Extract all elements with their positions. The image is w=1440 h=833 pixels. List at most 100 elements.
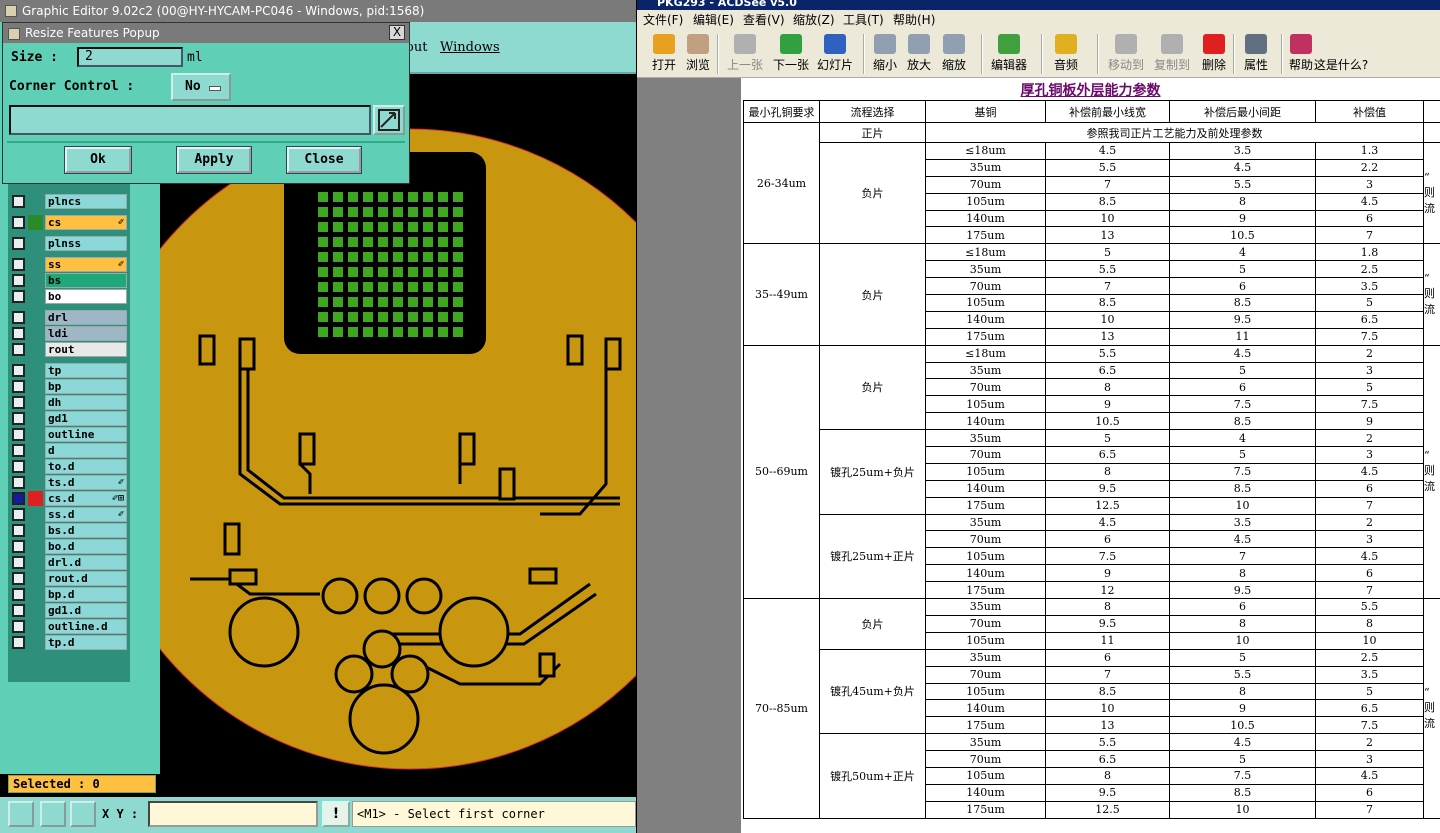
layer-checkbox[interactable] (12, 195, 25, 208)
toolbar-help-book-button[interactable]: 帮助 (1287, 32, 1315, 73)
layer-name[interactable]: ss.d ✐ (45, 507, 127, 522)
toolbar-audio-button[interactable]: 音频 (1051, 32, 1081, 73)
popup-titlebar[interactable]: Resize Features Popup X (3, 23, 409, 43)
layer-checkbox[interactable] (12, 412, 25, 425)
layer-row-drl[interactable]: drl (10, 310, 130, 325)
layer-checkbox[interactable] (12, 396, 25, 409)
size-input[interactable]: 2 (77, 47, 183, 67)
layer-checkbox[interactable] (12, 492, 25, 505)
layer-checkbox[interactable] (12, 237, 25, 250)
layer-checkbox[interactable] (12, 428, 25, 441)
layer-row-ldi[interactable]: ldi (10, 326, 130, 341)
layer-name[interactable]: gd1 (45, 411, 127, 426)
layer-name[interactable]: bp (45, 379, 127, 394)
toolbar-zoom-out-button[interactable]: 缩小 (871, 32, 899, 73)
layer-checkbox[interactable] (12, 476, 25, 489)
toolbar-whats-this-button[interactable]: 这是什么? (1313, 32, 1369, 73)
menu-view[interactable]: 查看(V) (743, 10, 785, 30)
layer-name[interactable]: bo (45, 289, 127, 304)
layer-checkbox[interactable] (12, 524, 25, 537)
layer-name[interactable]: plncs (45, 194, 127, 209)
layer-row-d[interactable]: d (10, 443, 130, 458)
layer-row-outline[interactable]: outline (10, 427, 130, 442)
layer-row-rout[interactable]: rout (10, 342, 130, 357)
layer-name[interactable]: gd1.d (45, 603, 127, 618)
layer-row-bo-d[interactable]: bo.d (10, 539, 130, 554)
layer-name[interactable]: d (45, 443, 127, 458)
measure-tool-icon[interactable] (40, 801, 66, 827)
menu-tools[interactable]: 工具(T) (843, 10, 884, 30)
layer-checkbox[interactable] (12, 508, 25, 521)
corner-control-dropdown[interactable]: No (171, 73, 231, 101)
layer-row-ss-d[interactable]: ss.d ✐ (10, 507, 130, 522)
layer-row-drl-d[interactable]: drl.d (10, 555, 130, 570)
menu-help[interactable]: 帮助(H) (893, 10, 935, 30)
layer-name[interactable]: dh (45, 395, 127, 410)
layer-name[interactable]: tp (45, 363, 127, 378)
layer-name[interactable]: plnss (45, 236, 127, 251)
layer-checkbox[interactable] (12, 556, 25, 569)
ok-button[interactable]: Ok (64, 146, 132, 174)
menu-item-windows[interactable]: Windows (440, 40, 500, 55)
layer-name[interactable]: bs.d (45, 523, 127, 538)
layer-row-ss[interactable]: ss ✐ (10, 257, 130, 272)
layer-row-dh[interactable]: dh (10, 395, 130, 410)
toolbar-slideshow-button[interactable]: 幻灯片 (815, 32, 855, 73)
image-viewport[interactable]: 厚孔铜板外层能力参数 最小孔铜要求 流程选择 基铜 补偿前最小线宽 补偿后最小间距 补偿值… (637, 78, 1440, 833)
close-button[interactable]: Close (286, 146, 362, 174)
layer-row-to-d[interactable]: to.d (10, 459, 130, 474)
layer-row-bo[interactable]: bo (10, 289, 130, 304)
layer-row-tp[interactable]: tp (10, 363, 130, 378)
toolbar-editor-button[interactable]: 编辑器 (987, 32, 1031, 73)
layer-row-bp[interactable]: bp (10, 379, 130, 394)
layer-name[interactable]: ss ✐ (45, 257, 127, 272)
layer-checkbox[interactable] (12, 343, 25, 356)
layer-checkbox[interactable] (12, 216, 25, 229)
layer-checkbox[interactable] (12, 604, 25, 617)
toolbar-browse-button[interactable]: 浏览 (683, 32, 713, 73)
xy-input[interactable] (148, 801, 318, 827)
grid-tool-icon[interactable] (70, 801, 96, 827)
layer-row-plnss[interactable]: plnss (10, 236, 130, 251)
layer-row-bs[interactable]: bs (10, 273, 130, 288)
layer-row-bp-d[interactable]: bp.d (10, 587, 130, 602)
layer-checkbox[interactable] (12, 364, 25, 377)
layer-name[interactable]: outline (45, 427, 127, 442)
popup-tool-icon[interactable] (373, 105, 405, 135)
layer-row-rout-d[interactable]: rout.d (10, 571, 130, 586)
layer-row-ts-d[interactable]: ts.d ✐ (10, 475, 130, 490)
layer-row-bs-d[interactable]: bs.d (10, 523, 130, 538)
layer-name[interactable]: ldi (45, 326, 127, 341)
layer-name[interactable]: cs ✐ (45, 215, 127, 230)
layer-row-cs-d[interactable]: cs.d ✐⊞ (10, 491, 130, 506)
layer-name[interactable]: cs.d ✐⊞ (45, 491, 127, 506)
toolbar-open-folder-button[interactable]: 打开 (649, 32, 679, 73)
apply-button[interactable]: Apply (176, 146, 252, 174)
layer-name[interactable]: to.d (45, 459, 127, 474)
layer-name[interactable]: drl (45, 310, 127, 325)
xy-execute-button[interactable]: ! (322, 801, 350, 827)
toolbar-next-image-button[interactable]: 下一张 (771, 32, 811, 73)
layer-name[interactable]: drl.d (45, 555, 127, 570)
layer-name[interactable]: rout.d (45, 571, 127, 586)
layer-row-plncs[interactable]: plncs (10, 194, 130, 209)
layer-checkbox[interactable] (12, 311, 25, 324)
toolbar-zoom-button[interactable]: 缩放 (939, 32, 969, 73)
layer-checkbox[interactable] (12, 290, 25, 303)
layer-row-gd1-d[interactable]: gd1.d (10, 603, 130, 618)
menu-edit[interactable]: 编辑(E) (693, 10, 734, 30)
layer-checkbox[interactable] (12, 636, 25, 649)
toolbar-properties-button[interactable]: 属性 (1241, 32, 1271, 73)
layer-checkbox[interactable] (12, 380, 25, 393)
toolbar-prev-image-button[interactable]: 上一张 (725, 32, 765, 73)
graphic-editor-titlebar[interactable]: Graphic Editor 9.02c2 (00@HY-HYCAM-PC046… (0, 0, 636, 22)
toolbar-delete-button[interactable]: 删除 (1199, 32, 1229, 73)
layer-row-cs[interactable]: cs ✐ (10, 215, 130, 230)
resize-tool-icon[interactable] (8, 801, 34, 827)
layer-row-gd1[interactable]: gd1 (10, 411, 130, 426)
layer-row-outline-d[interactable]: outline.d (10, 619, 130, 634)
layer-name[interactable]: tp.d (45, 635, 127, 650)
toolbar-copy-to-button[interactable]: 复制到 (1151, 32, 1193, 73)
layer-checkbox[interactable] (12, 620, 25, 633)
toolbar-move-to-button[interactable]: 移动到 (1105, 32, 1147, 73)
